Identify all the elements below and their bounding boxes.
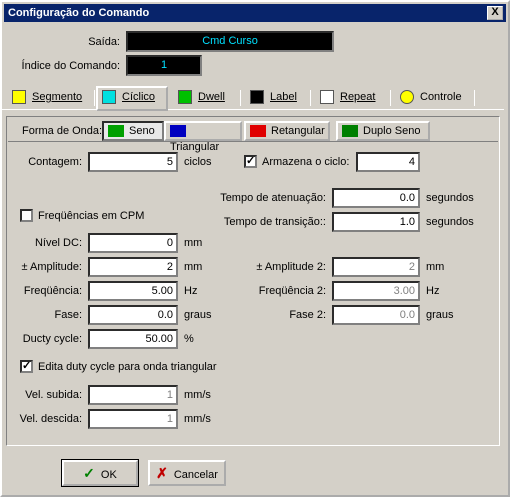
tab-controle-label: Controle: [420, 91, 462, 104]
dwell-icon: [178, 90, 192, 105]
wave-seno-button[interactable]: Seno: [102, 121, 164, 141]
tab-bar: Segmento Cíclico Dwell Label Repeat Cont…: [2, 86, 504, 111]
tab-controle[interactable]: Controle: [396, 88, 472, 110]
fase2-label: Fase 2:: [289, 309, 326, 321]
repeat-icon: [320, 90, 334, 105]
frequencia-unit: Hz: [184, 285, 198, 297]
fase-label: Fase:: [54, 309, 82, 321]
close-button[interactable]: X: [487, 6, 503, 20]
duty-input[interactable]: 50.00: [88, 329, 178, 349]
subida-input[interactable]: 1: [88, 385, 178, 405]
tab-repeat[interactable]: Repeat: [316, 88, 388, 110]
fase2-input[interactable]: 0.0: [332, 305, 420, 325]
frequencia2-input[interactable]: 3.00: [332, 281, 420, 301]
tab-label-label: Label: [270, 91, 297, 104]
saida-display: Cmd Curso: [126, 31, 334, 52]
atenuacao-label: Tempo de atenuação:: [220, 192, 326, 204]
contagem-input[interactable]: 5: [88, 152, 178, 172]
descida-input[interactable]: 1: [88, 409, 178, 429]
edita-duty-label: Edita duty cycle para onda triangular: [38, 361, 217, 373]
tab-ciclico[interactable]: Cíclico: [96, 86, 168, 111]
frequencia-label: Freqüência:: [23, 285, 82, 297]
duty-unit: %: [184, 333, 194, 345]
tab-segmento-label: Segmento: [32, 91, 83, 104]
wave-duplo-seno-button[interactable]: Duplo Seno: [336, 121, 430, 141]
tab-dwell-label: Dwell: [198, 91, 225, 104]
nivel-input[interactable]: 0: [88, 233, 178, 253]
tab-segmento[interactable]: Segmento: [8, 88, 94, 110]
armazena-checkbox[interactable]: ✓: [244, 155, 257, 168]
sine-icon: [108, 125, 124, 138]
cancel-label: Cancelar: [173, 469, 218, 481]
saida-label: Saída:: [88, 36, 120, 48]
subida-label: Vel. subida:: [25, 389, 82, 401]
armazena-label: Armazena o ciclo:: [262, 156, 350, 168]
ok-button[interactable]: ✓ OK: [61, 459, 139, 487]
amplitude2-input[interactable]: 2: [332, 257, 420, 277]
nivel-unit: mm: [184, 237, 203, 249]
frequencia2-unit: Hz: [426, 285, 440, 297]
double-sine-icon: [342, 125, 358, 138]
transicao-input[interactable]: 1.0: [332, 212, 420, 232]
wave-retangular-button[interactable]: Retangular: [244, 121, 330, 141]
fase2-unit: graus: [426, 309, 454, 321]
tab-repeat-label: Repeat: [340, 91, 376, 104]
wave-triangular-button[interactable]: Triangular: [164, 121, 242, 153]
tab-ciclico-label: Cíclico: [122, 91, 156, 104]
armazena-input[interactable]: 4: [356, 152, 420, 172]
amplitude-label: ± Amplitude:: [21, 261, 82, 273]
ok-label: OK: [100, 469, 117, 481]
square-wave-icon: [250, 125, 266, 138]
freq-cpm-checkbox[interactable]: [20, 209, 33, 222]
contagem-unit: ciclos: [184, 156, 212, 168]
atenuacao-input[interactable]: 0.0: [332, 188, 420, 208]
title-bar: Configuração do Comando X: [4, 4, 506, 22]
amplitude2-unit: mm: [426, 261, 445, 273]
transicao-label: Tempo de transição::: [223, 216, 326, 228]
frequencia2-label: Freqüência 2:: [258, 285, 326, 297]
descida-unit: mm/s: [184, 413, 211, 425]
amplitude2-label: ± Amplitude 2:: [256, 261, 326, 273]
control-icon: [400, 90, 414, 105]
fase-input[interactable]: 0.0: [88, 305, 178, 325]
label-icon: [250, 90, 264, 105]
triangle-wave-icon: [170, 125, 186, 138]
transicao-unit: segundos: [426, 216, 474, 228]
indice-label: Índice do Comando:: [21, 60, 120, 72]
amplitude-unit: mm: [184, 261, 203, 273]
freq-cpm-label: Freqüências em CPM: [38, 210, 145, 222]
duty-label: Ducty cycle:: [22, 333, 82, 345]
subida-unit: mm/s: [184, 389, 211, 401]
descida-label: Vel. descida:: [19, 413, 82, 425]
tab-label[interactable]: Label: [246, 88, 308, 110]
segment-icon: [12, 90, 26, 105]
checkmark-icon: ✓: [83, 465, 95, 481]
edita-duty-checkbox[interactable]: ✓: [20, 360, 33, 373]
cyclic-icon: [102, 90, 116, 105]
wave-seno-label: Seno: [129, 125, 155, 137]
wave-retangular-label: Retangular: [271, 125, 325, 137]
x-mark-icon: ✗: [156, 465, 168, 481]
tab-dwell[interactable]: Dwell: [174, 88, 238, 110]
fase-unit: graus: [184, 309, 212, 321]
nivel-label: Nível DC:: [34, 237, 82, 249]
contagem-label: Contagem:: [28, 156, 82, 168]
atenuacao-unit: segundos: [426, 192, 474, 204]
waveform-label: Forma de Onda:: [22, 125, 103, 137]
indice-display: 1: [126, 55, 202, 76]
wave-duplo-seno-label: Duplo Seno: [363, 125, 421, 137]
window-title: Configuração do Comando: [8, 7, 150, 19]
frequencia-input[interactable]: 5.00: [88, 281, 178, 301]
cancel-button[interactable]: ✗ Cancelar: [148, 460, 226, 486]
amplitude-input[interactable]: 2: [88, 257, 178, 277]
